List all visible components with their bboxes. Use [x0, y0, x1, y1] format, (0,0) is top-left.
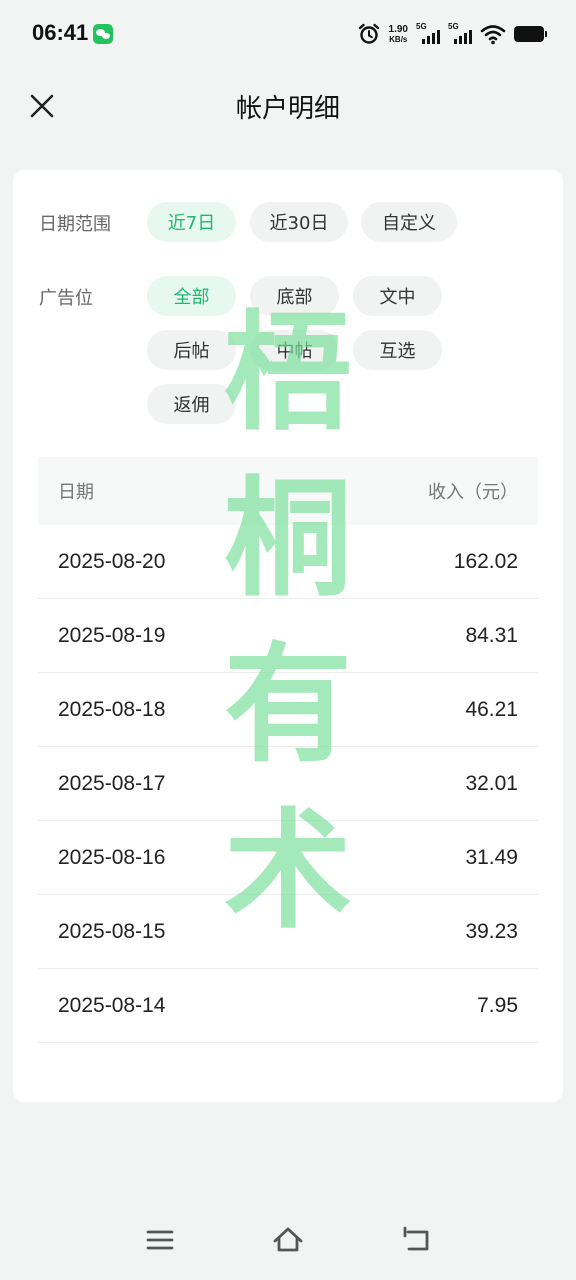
row-income: 162.02 [453, 549, 518, 573]
row-date: 2025-08-14 [58, 993, 166, 1017]
table-row: 2025-08-14 7.95 [38, 969, 538, 1043]
ad-slot-option-in-article[interactable]: 文中 [353, 276, 442, 316]
table-row: 2025-08-18 46.21 [38, 673, 538, 747]
row-date: 2025-08-15 [58, 919, 166, 943]
table-header: 日期 收入（元） [38, 457, 538, 525]
back-icon[interactable] [399, 1222, 435, 1258]
row-income: 46.21 [465, 697, 518, 721]
ad-slot-option-mutual-select[interactable]: 互选 [353, 330, 442, 370]
date-range-option-7days[interactable]: 近7日 [147, 202, 236, 242]
income-column-header: 收入（元） [428, 482, 518, 503]
date-range-option-custom[interactable]: 自定义 [361, 202, 457, 242]
network-speed: 1.90 KB/s [388, 23, 408, 44]
table-row: 2025-08-15 39.23 [38, 895, 538, 969]
date-range-option-30days[interactable]: 近30日 [250, 202, 348, 242]
row-date: 2025-08-20 [58, 549, 166, 573]
status-indicators: 1.90 KB/s 5G 5G [357, 20, 547, 48]
row-income: 84.31 [465, 623, 518, 647]
ad-slot-option-all[interactable]: 全部 [147, 276, 236, 316]
table-row: 2025-08-16 31.49 [38, 821, 538, 895]
ad-slot-option-bottom[interactable]: 底部 [250, 276, 339, 316]
header: 帐户明细 [0, 68, 576, 144]
account-detail-card: 日期范围 近7日 近30日 自定义 广告位 全部 底部 文中 后帖 中帖 互选 … [13, 170, 563, 1102]
alarm-icon [358, 23, 379, 44]
page-title: 帐户明细 [235, 94, 340, 124]
row-date: 2025-08-16 [58, 845, 166, 869]
row-income: 31.49 [465, 845, 518, 869]
ad-slot-option-commission[interactable]: 返佣 [147, 384, 236, 424]
row-income: 32.01 [465, 771, 518, 795]
network-speed-unit: KB/s [389, 34, 408, 44]
row-income: 7.95 [477, 993, 518, 1017]
wechat-notification-icon [93, 24, 113, 44]
row-date: 2025-08-18 [58, 697, 166, 721]
status-time: 06:41 [32, 20, 89, 45]
table-row: 2025-08-19 84.31 [38, 599, 538, 673]
sim1-signal-icon: 5G [416, 22, 440, 46]
home-icon[interactable] [270, 1222, 306, 1258]
row-date: 2025-08-17 [58, 771, 166, 795]
battery-icon [514, 26, 547, 42]
date-range-label: 日期范围 [39, 214, 111, 235]
date-column-header: 日期 [58, 482, 94, 503]
ad-slot-option-mid-post[interactable]: 中帖 [250, 330, 339, 370]
ad-slot-label: 广告位 [39, 288, 93, 309]
ad-slot-option-after-post[interactable]: 后帖 [147, 330, 236, 370]
menu-icon[interactable] [142, 1222, 178, 1258]
network-speed-value: 1.90 [388, 23, 408, 35]
table-row: 2025-08-20 162.02 [38, 525, 538, 599]
income-table: 日期 收入（元） 2025-08-20 162.02 2025-08-19 84… [38, 457, 538, 1043]
table-row: 2025-08-17 32.01 [38, 747, 538, 821]
sim2-signal-icon: 5G [448, 22, 472, 46]
row-date: 2025-08-19 [58, 623, 166, 647]
system-navigation-bar [0, 1200, 576, 1280]
status-bar: 06:41 1.90 KB/s 5G 5G [0, 0, 576, 68]
row-income: 39.23 [465, 919, 518, 943]
wifi-icon [480, 25, 506, 45]
